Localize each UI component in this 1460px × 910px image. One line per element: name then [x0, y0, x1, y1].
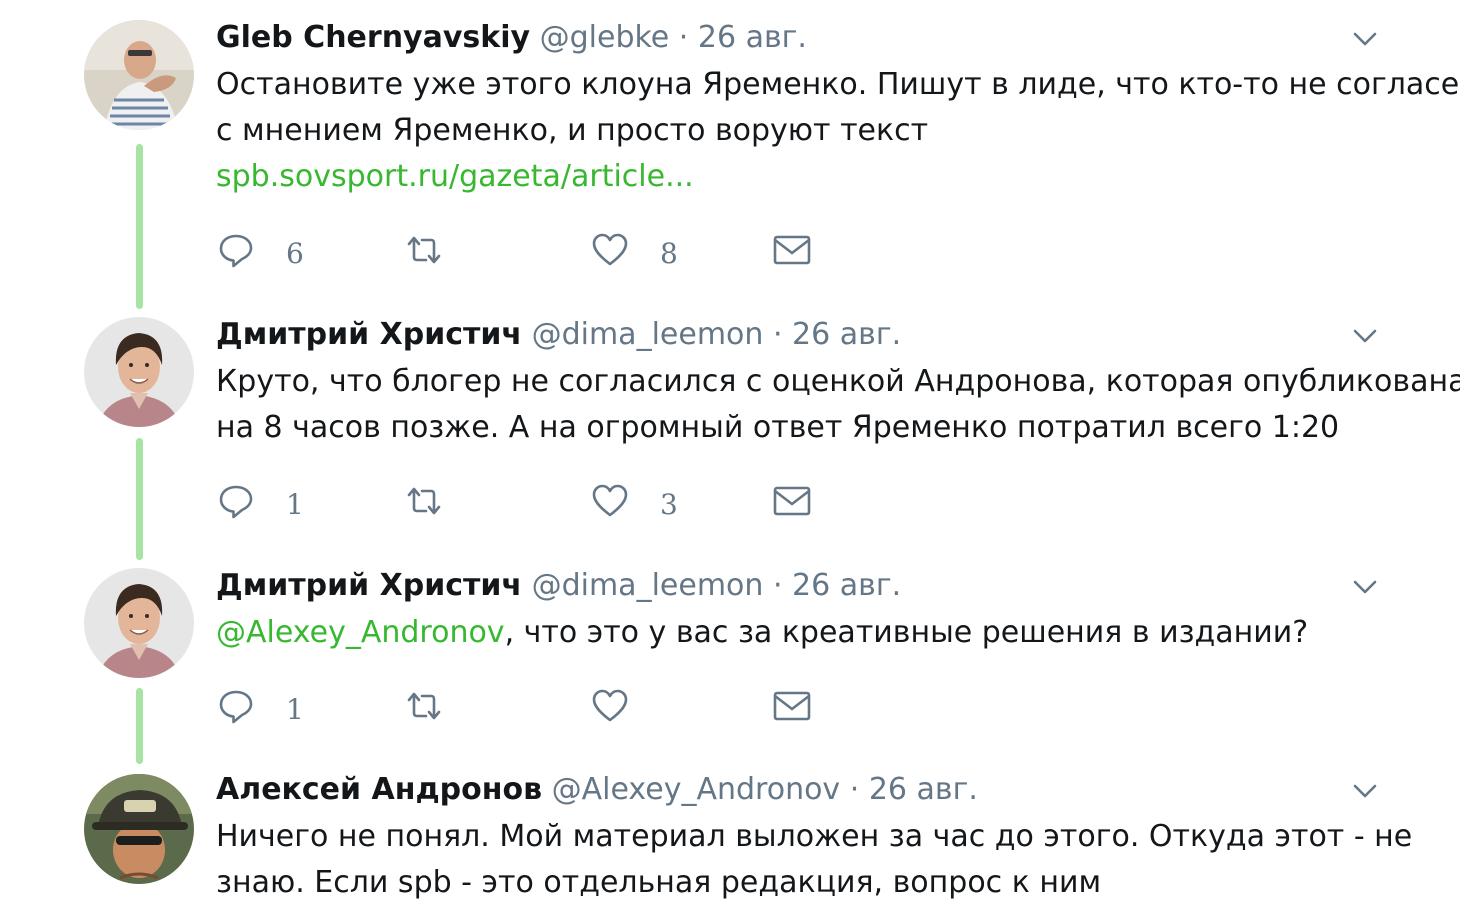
tweet-text-line: @Alexey_Andronov, что это у вас за креат…	[216, 610, 1416, 656]
envelope-icon	[773, 486, 811, 516]
heart-icon	[592, 233, 628, 266]
author-name[interactable]: Дмитрий Христич	[216, 317, 522, 352]
tweet-text-rest: , что это у вас за креативные решения в …	[504, 615, 1309, 650]
tweet-text-line: с мнением Яременко, и просто воруют текс…	[216, 113, 929, 148]
heart-icon	[592, 689, 628, 722]
tweet[interactable]: Дмитрий Христич @dima_leemon · 26 авг. @…	[0, 566, 1460, 746]
tweet-text-line: Ничего не понял. Мой материал выложен за…	[216, 819, 1413, 854]
tweet-actions: 1	[216, 686, 916, 726]
avatar[interactable]	[84, 568, 194, 678]
retweet-button[interactable]	[404, 686, 444, 726]
direct-message-button[interactable]	[772, 230, 812, 270]
retweet-button[interactable]	[404, 230, 444, 270]
heart-icon	[592, 484, 628, 517]
tweet-header: Gleb Chernyavskiy @glebke · 26 авг.	[216, 18, 807, 58]
tweet[interactable]: Алексей Андронов @Alexey_Andronov · 26 а…	[0, 770, 1460, 910]
tweet-actions: 1 3	[216, 481, 916, 521]
tweet-text-line: знаю. Если spb - это отдельная редакция,…	[216, 865, 1102, 900]
reply-button[interactable]: 6	[216, 230, 304, 270]
like-count: 8	[660, 236, 678, 270]
tweet[interactable]: Gleb Chernyavskiy @glebke · 26 авг. Оста…	[0, 18, 1460, 288]
like-button[interactable]	[590, 686, 630, 726]
tweet-date[interactable]: 26 авг.	[698, 20, 807, 55]
tweet-text-line: Круто, что блогер не согласился с оценко…	[216, 364, 1460, 399]
tweet-link[interactable]: spb.sovsport.ru/gazeta/article...	[216, 154, 1416, 200]
tweet-text-line: Остановите уже этого клоуна Яременко. Пи…	[216, 67, 1460, 102]
envelope-icon	[773, 691, 811, 721]
retweet-button[interactable]	[404, 481, 444, 521]
like-count: 3	[660, 487, 678, 521]
author-handle[interactable]: @dima_leemon	[532, 317, 764, 352]
tweet-text: @Alexey_Andronov, что это у вас за креат…	[216, 610, 1416, 656]
envelope-icon	[773, 235, 811, 265]
chevron-down-icon[interactable]	[1350, 776, 1380, 806]
like-button[interactable]: 3	[590, 481, 678, 521]
retweet-icon	[407, 236, 441, 264]
reply-count: 6	[286, 236, 304, 270]
tweet-actions: 6 8	[216, 230, 916, 270]
tweet[interactable]: Дмитрий Христич @dima_leemon · 26 авг. К…	[0, 315, 1460, 535]
tweet-date[interactable]: 26 авг.	[792, 317, 901, 352]
reply-button[interactable]: 1	[216, 481, 304, 521]
retweet-icon	[407, 487, 441, 515]
tweet-text: Остановите уже этого клоуна Яременко. Пи…	[216, 62, 1460, 200]
separator: ·	[678, 20, 689, 55]
direct-message-button[interactable]	[772, 481, 812, 521]
chevron-down-icon[interactable]	[1350, 24, 1380, 54]
avatar[interactable]	[84, 317, 194, 427]
direct-message-button[interactable]	[772, 686, 812, 726]
avatar[interactable]	[84, 20, 194, 130]
tweet-header: Дмитрий Христич @dima_leemon · 26 авг.	[216, 566, 901, 606]
reply-icon	[219, 690, 253, 724]
tweet-date[interactable]: 26 авг.	[869, 772, 978, 807]
author-name[interactable]: Алексей Андронов	[216, 772, 542, 807]
author-handle[interactable]: @glebke	[540, 20, 670, 55]
tweet-text-line: на 8 часов позже. А на огромный ответ Яр…	[216, 410, 1340, 445]
reply-button[interactable]: 1	[216, 686, 304, 726]
like-button[interactable]: 8	[590, 230, 678, 270]
tweet-text: Круто, что блогер не согласился с оценко…	[216, 359, 1460, 451]
reply-count: 1	[286, 692, 304, 726]
chevron-down-icon[interactable]	[1350, 572, 1380, 602]
tweet-header: Дмитрий Христич @dima_leemon · 26 авг.	[216, 315, 901, 355]
reply-count: 1	[286, 487, 304, 521]
tweet-header: Алексей Андронов @Alexey_Andronov · 26 а…	[216, 770, 978, 810]
author-name[interactable]: Gleb Chernyavskiy	[216, 20, 530, 55]
separator: ·	[772, 317, 783, 352]
chevron-down-icon[interactable]	[1350, 321, 1380, 351]
reply-icon	[219, 234, 253, 268]
author-name[interactable]: Дмитрий Христич	[216, 568, 522, 603]
reply-icon	[219, 485, 253, 519]
avatar[interactable]	[84, 774, 194, 884]
tweet-date[interactable]: 26 авг.	[792, 568, 901, 603]
separator: ·	[849, 772, 860, 807]
mention-link[interactable]: @Alexey_Andronov	[216, 615, 505, 650]
author-handle[interactable]: @Alexey_Andronov	[552, 772, 841, 807]
separator: ·	[772, 568, 783, 603]
retweet-icon	[407, 692, 441, 720]
tweet-text: Ничего не понял. Мой материал выложен за…	[216, 814, 1416, 906]
author-handle[interactable]: @dima_leemon	[532, 568, 764, 603]
